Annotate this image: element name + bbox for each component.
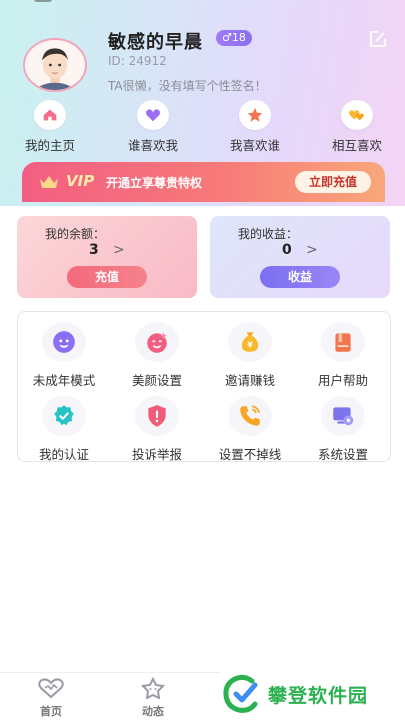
- quick-nav-who-likes-me[interactable]: 谁喜欢我: [113, 100, 193, 154]
- balance-title: 我的余额：: [45, 227, 106, 241]
- balance-card[interactable]: 我的余额： 3 > 充值: [17, 216, 197, 298]
- nickname: 敏感的早晨: [108, 32, 203, 53]
- quick-nav-my-homepage[interactable]: 我的主页: [10, 100, 90, 154]
- vip-badge-text: VIP: [66, 172, 95, 190]
- report-shield-icon: [135, 396, 179, 436]
- grid-item-my-verification[interactable]: 我的认证: [18, 396, 110, 463]
- user-id: ID: 24912: [108, 54, 167, 68]
- help-book-icon: [321, 322, 365, 362]
- grid-item-beauty-settings[interactable]: 美颜设置: [111, 322, 203, 389]
- vip-recharge-button[interactable]: 立即充值: [295, 171, 371, 193]
- grid-label: 美颜设置: [131, 373, 182, 388]
- grid-item-invite-earn[interactable]: ¥ 邀请赚钱: [204, 322, 296, 389]
- tab-label: 动态: [142, 705, 164, 718]
- feature-grid: 未成年模式 美颜设置 ¥ 邀请赚钱 用户帮助 我的认证 投诉举报 设置不掉线 系…: [17, 311, 391, 462]
- grid-label: 设置不掉线: [218, 447, 282, 462]
- quick-nav-who-i-like[interactable]: 我喜欢谁: [215, 100, 295, 154]
- crown-icon: [38, 173, 60, 191]
- income-value: 0: [282, 242, 292, 258]
- gender-age-badge: ♂18: [216, 30, 252, 46]
- quick-nav-label: 我喜欢谁: [229, 138, 280, 153]
- heart-icon: [137, 100, 169, 130]
- phone-icon: [228, 396, 272, 436]
- settings-icon: [321, 396, 365, 436]
- income-title: 我的收益：: [238, 227, 299, 241]
- vip-promo-text: 开通立享尊贵特权: [106, 176, 203, 190]
- grid-label: 用户帮助: [317, 373, 368, 388]
- quick-nav: 我的主页 谁喜欢我 我喜欢谁 相互喜欢: [0, 100, 405, 156]
- beauty-icon: [135, 322, 179, 362]
- vip-banner[interactable]: VIP 开通立享尊贵特权 立即充值: [22, 162, 385, 202]
- grid-label: 系统设置: [317, 447, 368, 462]
- watermark: 攀登软件园: [220, 668, 405, 720]
- grid-label: 我的认证: [38, 447, 89, 462]
- signature-text: TA很懒，没有填写个性签名！: [108, 79, 267, 93]
- grid-item-report[interactable]: 投诉举报: [111, 396, 203, 463]
- face-icon: [42, 322, 86, 362]
- chevron-right-icon: >: [306, 242, 318, 258]
- svg-text:¥: ¥: [247, 340, 253, 349]
- quick-nav-label: 我的主页: [24, 138, 75, 153]
- grid-label: 投诉举报: [131, 447, 182, 462]
- quick-nav-label: 相互喜欢: [331, 138, 382, 153]
- moments-tab-icon: [140, 677, 166, 699]
- balance-value: 3: [89, 242, 99, 258]
- tab-home[interactable]: 首页: [21, 677, 81, 719]
- mutual-heart-icon: [341, 100, 373, 130]
- quick-nav-mutual-like[interactable]: 相互喜欢: [317, 100, 397, 154]
- money-bag-icon: ¥: [228, 322, 272, 362]
- grid-item-stay-online[interactable]: 设置不掉线: [204, 396, 296, 463]
- quick-nav-label: 谁喜欢我: [127, 138, 178, 153]
- income-button[interactable]: 收益: [260, 266, 340, 288]
- grid-item-user-help[interactable]: 用户帮助: [297, 322, 389, 389]
- watermark-text: 攀登软件园: [268, 684, 369, 707]
- watermark-logo-icon: [223, 674, 258, 713]
- recharge-button[interactable]: 充值: [67, 266, 147, 288]
- grid-label: 邀请赚钱: [224, 373, 275, 388]
- edit-icon[interactable]: [368, 29, 388, 49]
- star-icon: [239, 100, 271, 130]
- grid-item-system-settings[interactable]: 系统设置: [297, 396, 389, 463]
- tab-moments[interactable]: 动态: [123, 677, 183, 719]
- grid-label: 未成年模式: [32, 373, 96, 388]
- income-card[interactable]: 我的收益： 0 > 收益: [210, 216, 390, 298]
- tab-label: 首页: [40, 705, 62, 718]
- home-icon: [34, 100, 66, 130]
- home-tab-icon: [38, 678, 64, 699]
- grid-item-teen-mode[interactable]: 未成年模式: [18, 322, 110, 389]
- avatar[interactable]: [23, 38, 87, 92]
- chevron-right-icon: >: [113, 242, 125, 258]
- status-bar-fragment: [34, 0, 52, 2]
- verified-icon: [42, 396, 86, 436]
